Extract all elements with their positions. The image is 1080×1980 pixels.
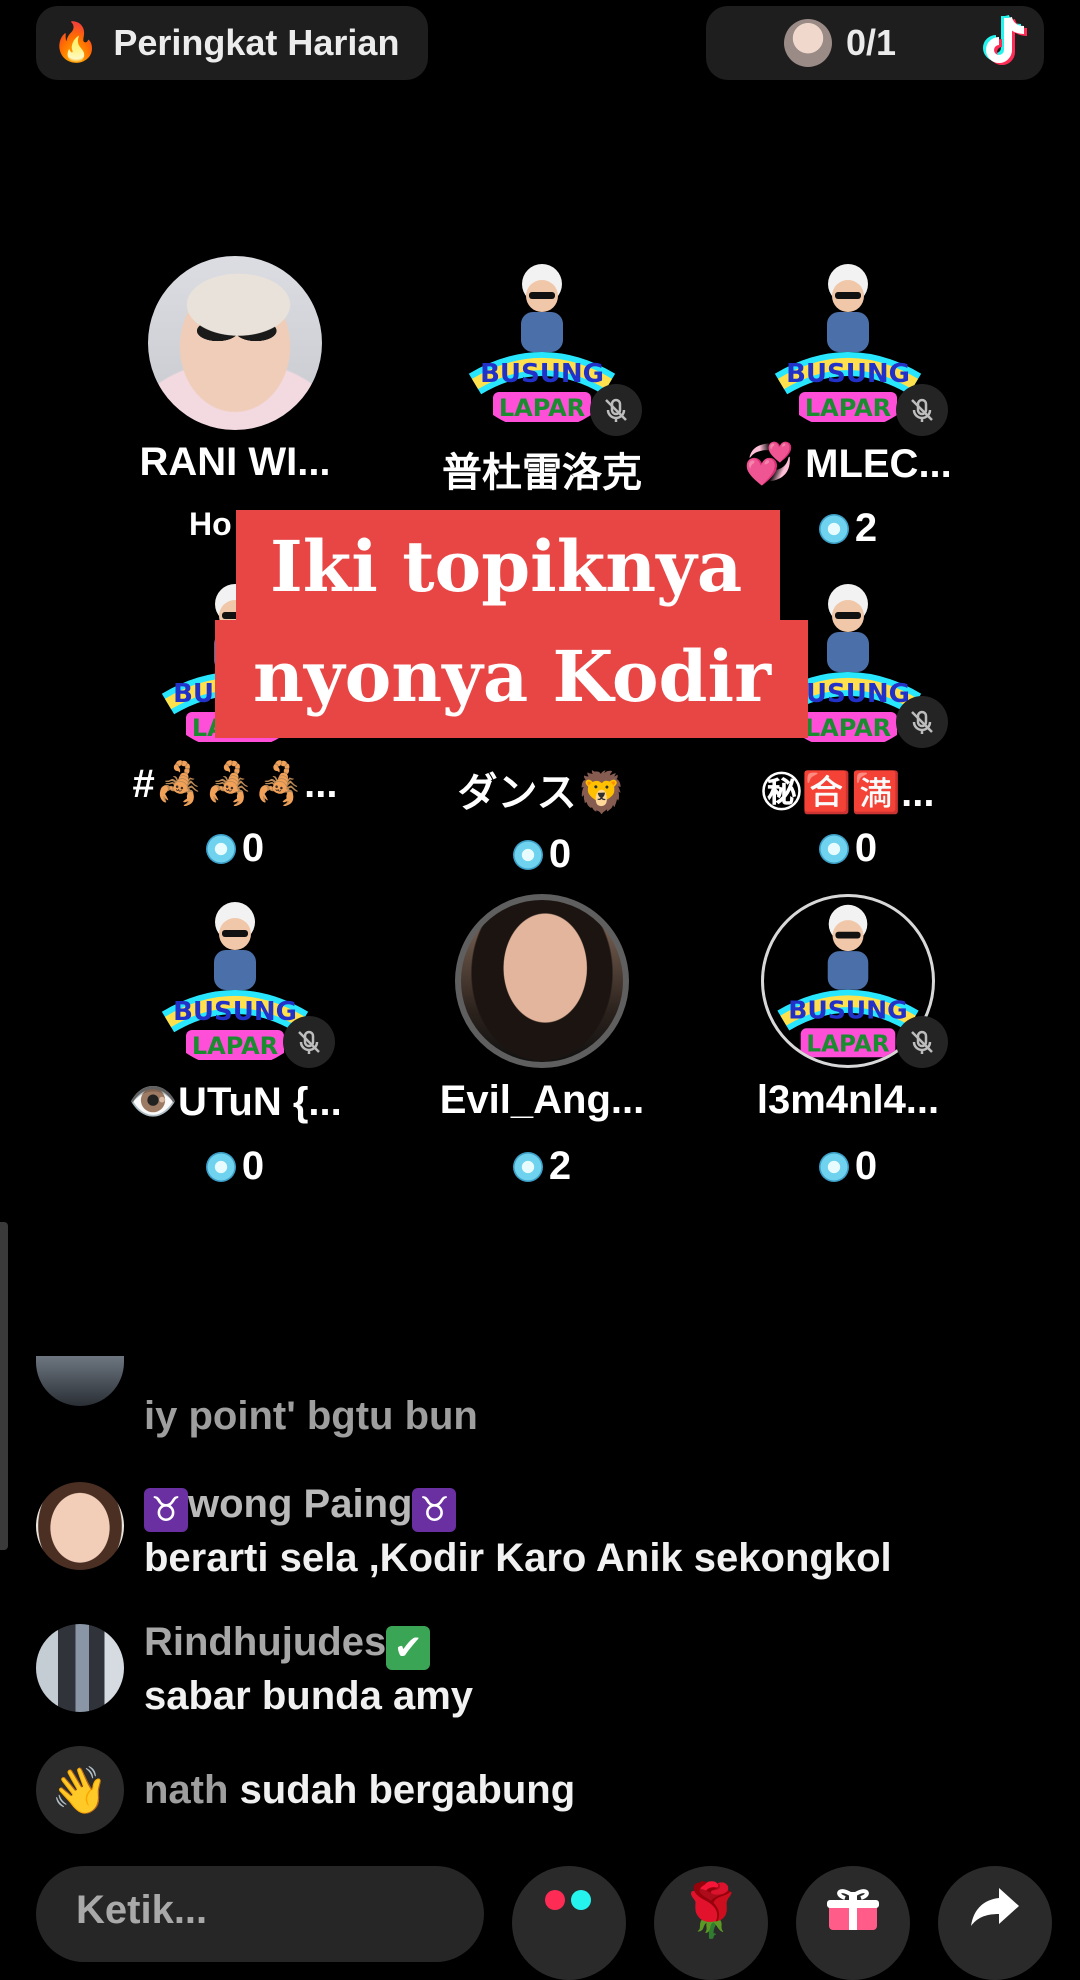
svg-text:LAPAR: LAPAR — [805, 714, 891, 742]
diamond-icon — [818, 513, 849, 544]
taurus-icon: ♉ — [412, 1488, 457, 1532]
gift-button[interactable] — [796, 1866, 910, 1980]
gift-box-icon — [827, 1889, 879, 1930]
guest-name: 普杜雷洛克 — [442, 451, 642, 495]
daily-ranking-label: Peringkat Harian — [113, 22, 400, 63]
diamond-icon — [818, 833, 849, 864]
guest-name: #🦂🦂🦂... — [132, 762, 338, 806]
chat-avatar — [36, 1624, 124, 1712]
chat-username: Rindhujudes ✔ — [144, 1620, 431, 1670]
mic-muted-icon — [896, 384, 948, 436]
caption-line-2: nyonya Kodir — [215, 620, 808, 738]
mic-muted-icon — [896, 696, 948, 748]
taurus-icon: ♉ — [144, 1488, 188, 1532]
multi-guest-icon — [545, 1890, 591, 1910]
rose-gift-button[interactable]: 🌹 — [654, 1866, 768, 1980]
mic-muted-icon — [283, 1016, 335, 1068]
guest-score: 0 — [698, 1144, 998, 1189]
viewer-count: 0/1 — [846, 22, 897, 63]
viewer-counter[interactable]: 0/1 — [706, 6, 1044, 80]
guest-name: ダンス🦁 — [457, 771, 627, 815]
viewer-avatar — [784, 19, 832, 67]
comment-input[interactable]: Ketik... — [36, 1866, 484, 1962]
share-icon — [971, 1888, 1019, 1926]
join-text: nath sudah bergabung — [144, 1768, 576, 1812]
flame-icon: 🔥 — [52, 22, 100, 64]
svg-text:BUSUNG: BUSUNG — [786, 359, 910, 389]
diamond-icon — [512, 839, 543, 870]
guest-score: 0 — [392, 832, 692, 877]
svg-text:LAPAR: LAPAR — [806, 1030, 889, 1057]
guest-score: 0 — [698, 826, 998, 871]
checkmark-icon: ✔ — [386, 1626, 431, 1670]
daily-ranking-button[interactable]: 🔥 Peringkat Harian — [36, 6, 428, 80]
rose-gift-icon: 🌹 — [678, 1882, 744, 1940]
svg-text:LAPAR: LAPAR — [499, 394, 585, 422]
tiktok-logo-icon — [983, 14, 1028, 65]
wave-hand-icon: 👋 — [36, 1746, 124, 1834]
svg-text:BUSUNG: BUSUNG — [480, 359, 604, 389]
diamond-icon — [205, 1151, 236, 1182]
chat-text: sabar bunda amy — [144, 1674, 474, 1718]
share-button[interactable] — [938, 1866, 1052, 1980]
multi-guest-button[interactable] — [512, 1866, 626, 1980]
diamond-icon — [205, 833, 236, 864]
chat-avatar — [36, 1356, 124, 1406]
guest-name: l3m4nl4... — [756, 1078, 940, 1122]
diamond-icon — [818, 1151, 849, 1182]
guest-name: 👁️UTuN {... — [128, 1080, 342, 1124]
svg-text:BUSUNG: BUSUNG — [173, 997, 297, 1027]
guest-score: 2 — [392, 1144, 692, 1189]
guest-name: ㊙🈴🈵... — [761, 771, 935, 815]
mic-muted-icon — [896, 1016, 948, 1068]
svg-text:LAPAR: LAPAR — [805, 394, 891, 422]
chat-scrollbar[interactable] — [0, 1222, 8, 1550]
chat-username: ♉ wong Paing ♉ — [144, 1482, 457, 1532]
caption-line-1: Iki topiknya — [236, 510, 780, 620]
svg-text:LAPAR: LAPAR — [192, 1032, 278, 1060]
guest-score: 0 — [85, 826, 385, 871]
guest-avatar — [148, 256, 322, 430]
chat-text: iy point' bgtu bun — [144, 1394, 478, 1438]
guest-name: RANI WI... — [139, 440, 331, 484]
guest-avatar — [455, 894, 629, 1068]
guest-name: Evil_Ang... — [439, 1078, 645, 1122]
diamond-icon — [512, 1151, 543, 1182]
guest-score: 0 — [85, 1144, 385, 1189]
guest-name: 💞 MLEC... — [744, 442, 952, 486]
mic-muted-icon — [590, 384, 642, 436]
chat-avatar — [36, 1482, 124, 1570]
host-tag: Ho — [189, 506, 232, 542]
svg-text:BUSUNG: BUSUNG — [788, 996, 908, 1025]
chat-text: berarti sela ,Kodir Karo Anik sekongkol — [144, 1536, 892, 1580]
